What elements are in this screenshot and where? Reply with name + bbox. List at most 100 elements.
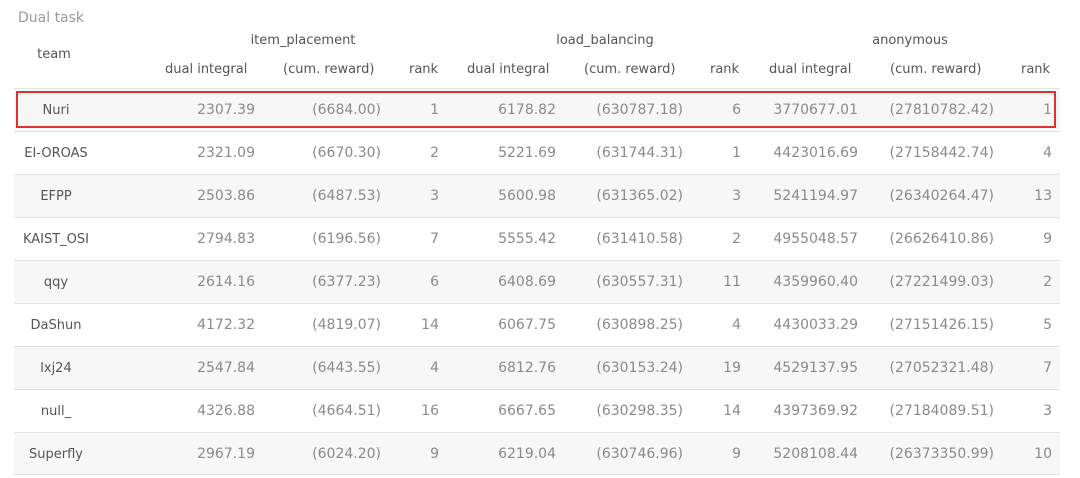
ip-cum-reward: (6377.23) xyxy=(312,274,381,290)
table-row: KAIST_OSI 2794.83 (6196.56) 7 5555.42 (6… xyxy=(14,217,1060,260)
an-cum-reward: (27052321.48) xyxy=(889,360,994,376)
group-header-item-placement: item_placement xyxy=(250,33,356,48)
an-dual-integral: 4529137.95 xyxy=(773,360,858,376)
ip-cum-reward: (6487.53) xyxy=(312,188,381,204)
an-rank: 13 xyxy=(1034,188,1052,204)
lb-rank: 1 xyxy=(732,145,741,161)
an-rank: 5 xyxy=(1043,317,1052,333)
ip-rank: 1 xyxy=(430,102,439,118)
an-rank: 10 xyxy=(1034,446,1052,462)
ip-rank: 14 xyxy=(421,317,439,333)
lb-dual-integral: 6667.65 xyxy=(498,403,556,419)
table-row: null_ 4326.88 (4664.51) 16 6667.65 (6302… xyxy=(14,389,1060,432)
team-column-header: team xyxy=(37,47,71,62)
an-rank: 4 xyxy=(1043,145,1052,161)
team-name: null_ xyxy=(40,404,72,419)
ip-dual-integral: 2794.83 xyxy=(197,231,255,247)
ip-dual-integral: 4172.32 xyxy=(197,317,255,333)
col-header-lb-rank: rank xyxy=(710,62,740,77)
ip-rank: 3 xyxy=(430,188,439,204)
an-dual-integral: 4397369.92 xyxy=(773,403,858,419)
ip-dual-integral: 2547.84 xyxy=(197,360,255,376)
ip-cum-reward: (6684.00) xyxy=(312,102,381,118)
team-name: Nuri xyxy=(42,103,70,118)
results-table: Nuri 2307.39 (6684.00) 1 6178.82 (630787… xyxy=(14,88,1060,475)
team-name: KAIST_OSI xyxy=(22,232,90,247)
team-name: DaShun xyxy=(30,318,82,333)
an-rank: 7 xyxy=(1043,360,1052,376)
an-dual-integral: 4423016.69 xyxy=(773,145,858,161)
lb-rank: 11 xyxy=(723,274,741,290)
lb-rank: 14 xyxy=(723,403,741,419)
lb-dual-integral: 6408.69 xyxy=(498,274,556,290)
table-row: lxj24 2547.84 (6443.55) 4 6812.76 (63015… xyxy=(14,346,1060,389)
an-rank: 2 xyxy=(1043,274,1052,290)
lb-rank: 4 xyxy=(732,317,741,333)
lb-rank: 19 xyxy=(723,360,741,376)
an-cum-reward: (27184089.51) xyxy=(889,403,994,419)
lb-rank: 6 xyxy=(732,102,741,118)
team-name: EFPP xyxy=(40,189,72,204)
lb-cum-reward: (631744.31) xyxy=(596,145,683,161)
ip-cum-reward: (6670.30) xyxy=(312,145,381,161)
col-header-lb-cum-reward: (cum. reward) xyxy=(584,62,676,77)
lb-cum-reward: (630153.24) xyxy=(596,360,683,376)
lb-dual-integral: 6219.04 xyxy=(498,446,556,462)
lb-rank: 3 xyxy=(732,188,741,204)
ip-rank: 2 xyxy=(430,145,439,161)
col-header-an-rank: rank xyxy=(1021,62,1051,77)
ip-dual-integral: 2614.16 xyxy=(197,274,255,290)
table-row: Superfly 2967.19 (6024.20) 9 6219.04 (63… xyxy=(14,432,1060,475)
table-row: EFPP 2503.86 (6487.53) 3 5600.98 (631365… xyxy=(14,174,1060,217)
col-header-an-dual-integral: dual integral xyxy=(769,62,852,77)
an-dual-integral: 4359960.40 xyxy=(773,274,858,290)
col-header-ip-cum-reward: (cum. reward) xyxy=(283,62,375,77)
lb-rank: 9 xyxy=(732,446,741,462)
an-rank: 9 xyxy=(1043,231,1052,247)
ip-cum-reward: (6443.55) xyxy=(312,360,381,376)
lb-dual-integral: 6812.76 xyxy=(498,360,556,376)
lb-cum-reward: (630557.31) xyxy=(596,274,683,290)
lb-dual-integral: 6067.75 xyxy=(498,317,556,333)
an-cum-reward: (27221499.03) xyxy=(889,274,994,290)
ip-rank: 4 xyxy=(430,360,439,376)
ip-dual-integral: 2307.39 xyxy=(197,102,255,118)
ip-rank: 7 xyxy=(430,231,439,247)
lb-dual-integral: 5555.42 xyxy=(498,231,556,247)
an-dual-integral: 5241194.97 xyxy=(773,188,858,204)
col-header-an-cum-reward: (cum. reward) xyxy=(890,62,982,77)
lb-cum-reward: (630787.18) xyxy=(596,102,683,118)
an-cum-reward: (27151426.15) xyxy=(889,317,994,333)
ip-dual-integral: 2321.09 xyxy=(197,145,255,161)
ip-dual-integral: 2503.86 xyxy=(197,188,255,204)
an-dual-integral: 4430033.29 xyxy=(773,317,858,333)
table-row: Nuri 2307.39 (6684.00) 1 6178.82 (630787… xyxy=(14,88,1060,131)
team-name: Superfly xyxy=(29,447,83,462)
lb-cum-reward: (631365.02) xyxy=(596,188,683,204)
ip-dual-integral: 2967.19 xyxy=(197,446,255,462)
team-name: qqy xyxy=(43,275,69,290)
an-cum-reward: (26626410.86) xyxy=(889,231,994,247)
ip-rank: 6 xyxy=(430,274,439,290)
ip-dual-integral: 4326.88 xyxy=(197,403,255,419)
col-header-ip-rank: rank xyxy=(409,62,439,77)
an-cum-reward: (27158442.74) xyxy=(889,145,994,161)
ip-cum-reward: (4819.07) xyxy=(312,317,381,333)
lb-rank: 2 xyxy=(732,231,741,247)
lb-dual-integral: 5600.98 xyxy=(498,188,556,204)
an-cum-reward: (26373350.99) xyxy=(889,446,994,462)
an-rank: 1 xyxy=(1043,102,1052,118)
lb-dual-integral: 5221.69 xyxy=(498,145,556,161)
col-header-ip-dual-integral: dual integral xyxy=(165,62,248,77)
ip-rank: 16 xyxy=(421,403,439,419)
team-name: EI-OROAS xyxy=(24,146,88,161)
col-header-lb-dual-integral: dual integral xyxy=(467,62,550,77)
ip-cum-reward: (6024.20) xyxy=(312,446,381,462)
table-caption: Dual task xyxy=(18,10,85,26)
an-dual-integral: 4955048.57 xyxy=(773,231,858,247)
an-cum-reward: (27810782.42) xyxy=(889,102,994,118)
table-row: DaShun 4172.32 (4819.07) 14 6067.75 (630… xyxy=(14,303,1060,346)
team-name: lxj24 xyxy=(40,361,72,376)
lb-cum-reward: (630746.96) xyxy=(596,446,683,462)
ip-rank: 9 xyxy=(430,446,439,462)
